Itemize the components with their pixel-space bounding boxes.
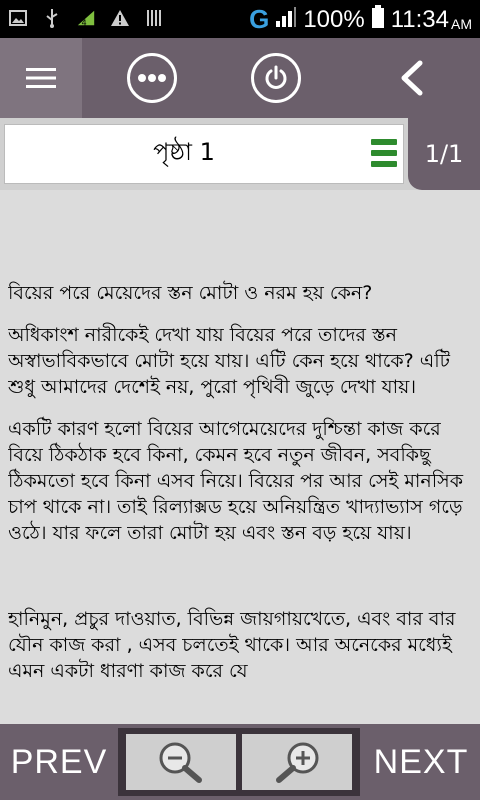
power-icon bbox=[251, 53, 301, 103]
status-bar: 4 G 100% 11:34 AM bbox=[0, 0, 480, 38]
article-paragraph: একটি কারণ হলো বিয়ের আগেমেয়েদের দুশ্চিন… bbox=[8, 418, 464, 544]
prev-button[interactable]: PREV bbox=[0, 724, 118, 800]
network-type: G bbox=[249, 4, 270, 34]
back-icon bbox=[401, 60, 423, 96]
article-heading: বিয়ের পরে মেয়েদের স্তন মোটা ও নরম হয় … bbox=[8, 282, 373, 304]
svg-text:4: 4 bbox=[81, 17, 86, 27]
bottom-bar: PREV NEXT bbox=[0, 724, 480, 800]
toolbar bbox=[0, 38, 480, 118]
article-paragraph: হানিমুন, প্রচুর দাওয়াত, বিভিন্ন জায়গায… bbox=[8, 608, 456, 682]
zoom-out-button[interactable] bbox=[126, 734, 236, 790]
next-button[interactable]: NEXT bbox=[362, 724, 480, 800]
article-paragraph: অধিকাংশ নারীকেই দেখা যায় বিয়ের পরে তাদ… bbox=[8, 324, 451, 398]
page-menu-icon[interactable] bbox=[371, 139, 397, 167]
status-icons: 4 bbox=[8, 8, 164, 28]
status-right: G 100% 11:34 AM bbox=[249, 4, 472, 35]
menu-icon bbox=[26, 68, 56, 88]
zoom-in-icon bbox=[276, 742, 319, 783]
article-content: বিয়ের পরে মেয়েদের স্তন মোটা ও নরম হয় … bbox=[8, 280, 470, 724]
menu-button[interactable] bbox=[0, 38, 82, 118]
zoom-controls bbox=[118, 728, 360, 796]
battery-icon bbox=[371, 5, 385, 34]
more-button[interactable] bbox=[124, 38, 180, 118]
zoom-in-button[interactable] bbox=[242, 734, 352, 790]
usb-icon bbox=[42, 8, 62, 28]
battery-percent: 100% bbox=[303, 5, 365, 33]
page-title-box: পৃষ্ঠা 1 bbox=[4, 124, 404, 184]
more-icon bbox=[127, 53, 177, 103]
clock-time: 11:34 bbox=[390, 5, 449, 33]
signal-4-icon: 4 bbox=[76, 8, 96, 28]
back-button[interactable] bbox=[386, 38, 436, 118]
clock-ampm: AM bbox=[451, 15, 472, 32]
page-title: পৃষ্ঠা 1 bbox=[153, 138, 215, 166]
page-counter: 1/1 bbox=[408, 118, 480, 190]
zoom-out-icon bbox=[159, 742, 202, 783]
image-icon bbox=[8, 8, 28, 28]
page-header: পৃষ্ঠা 1 1/1 bbox=[0, 118, 480, 190]
warning-icon bbox=[110, 8, 130, 28]
barcode-icon bbox=[144, 8, 164, 28]
power-button[interactable] bbox=[248, 38, 304, 118]
signal-strength-icon bbox=[275, 6, 297, 33]
